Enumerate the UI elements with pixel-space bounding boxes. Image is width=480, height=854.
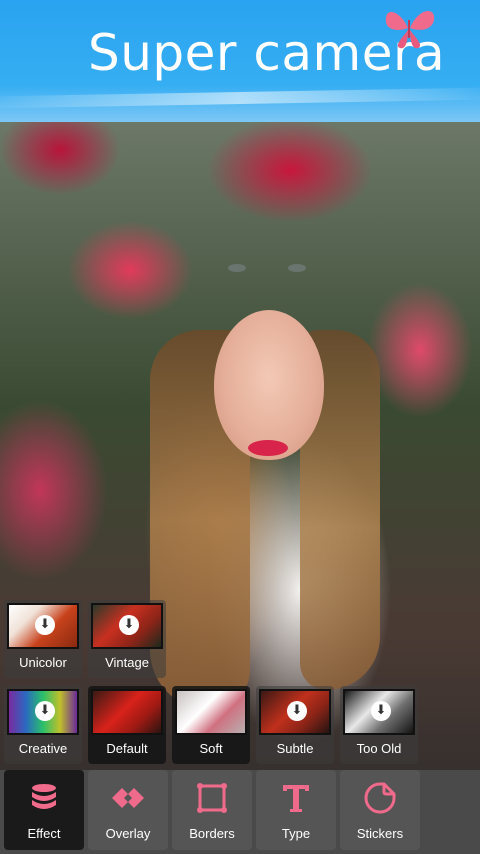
tool-bar: Effect Overlay Borders Type Stickers — [0, 770, 480, 854]
filter-thumbnail: ⬇ — [259, 689, 331, 735]
filter-too-old[interactable]: ⬇ Too Old — [340, 686, 418, 764]
frame-icon — [197, 783, 227, 813]
filter-vintage[interactable]: ⬇ Vintage — [88, 600, 166, 678]
filter-unicolor[interactable]: ⬇ Unicolor — [4, 600, 82, 678]
tool-label: Type — [281, 826, 311, 841]
filter-label: Too Old — [356, 741, 402, 756]
filter-creative[interactable]: ⬇ Creative — [4, 686, 82, 764]
tool-label: Stickers — [356, 826, 404, 841]
left-eye — [228, 264, 246, 272]
download-icon: ⬇ — [287, 701, 307, 721]
database-stack-icon — [32, 784, 56, 809]
sticker-icon — [364, 782, 396, 814]
download-icon: ⬇ — [35, 615, 55, 635]
tool-effect[interactable]: Effect — [4, 770, 84, 850]
filter-thumbnail — [91, 689, 163, 735]
tool-borders[interactable]: Borders — [172, 770, 252, 850]
filter-label: Subtle — [276, 741, 314, 756]
tool-stickers[interactable]: Stickers — [340, 770, 420, 850]
right-eye — [288, 264, 306, 272]
filter-thumbnail: ⬇ — [7, 689, 79, 735]
tool-overlay[interactable]: Overlay — [88, 770, 168, 850]
filter-thumbnail: ⬇ — [343, 689, 415, 735]
download-icon: ⬇ — [35, 701, 55, 721]
filter-soft[interactable]: Soft — [172, 686, 250, 764]
text-t-icon — [283, 785, 309, 812]
filter-label: Default — [106, 741, 148, 756]
download-icon: ⬇ — [119, 615, 139, 635]
tool-label: Borders — [189, 826, 235, 841]
app-header: Super camera — [0, 0, 480, 122]
butterfly-icon — [385, 10, 435, 49]
filter-thumbnail: ⬇ — [7, 603, 79, 649]
header-streak — [0, 87, 480, 109]
filter-default[interactable]: Default — [88, 686, 166, 764]
filter-thumbnail — [175, 689, 247, 735]
tool-label: Overlay — [105, 826, 151, 841]
filter-label: Unicolor — [19, 655, 67, 670]
filter-thumbnail: ⬇ — [91, 603, 163, 649]
face — [214, 310, 324, 460]
filter-label: Vintage — [105, 655, 149, 670]
filter-label: Soft — [199, 741, 223, 756]
filter-label: Creative — [18, 741, 68, 756]
download-icon: ⬇ — [371, 701, 391, 721]
filter-subtle[interactable]: ⬇ Subtle — [256, 686, 334, 764]
lips — [248, 440, 288, 456]
tool-label: Effect — [27, 826, 61, 841]
overlay-diamond-icon — [112, 788, 144, 808]
tool-type[interactable]: Type — [256, 770, 336, 850]
